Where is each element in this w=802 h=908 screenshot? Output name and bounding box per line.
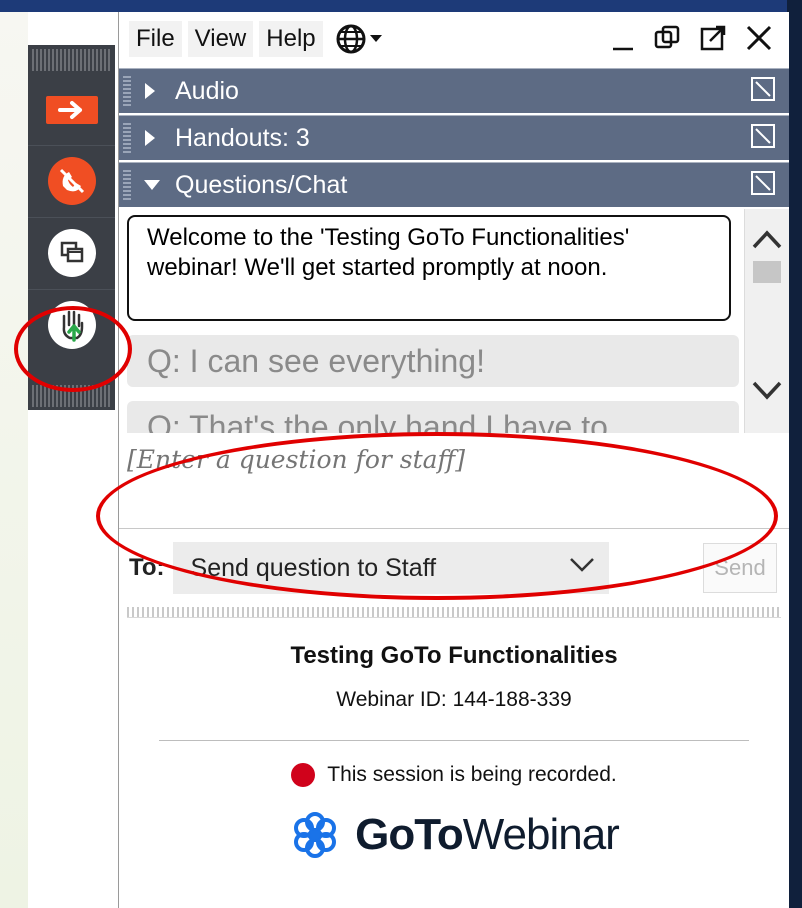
control-toolbar [28, 45, 115, 410]
chevron-down-icon [569, 558, 594, 572]
webinar-id: Webinar ID: 144-188-339 [336, 688, 572, 711]
expand-icon[interactable] [751, 171, 775, 195]
question-item[interactable]: Q: I can see everything! [127, 335, 739, 387]
chat-scrollbar[interactable] [744, 209, 789, 433]
chevron-down-icon[interactable] [751, 379, 783, 403]
resize-divider[interactable] [127, 607, 781, 618]
webinar-title: Testing GoTo Functionalities [290, 642, 618, 669]
control-panel: File View Help Audio Handouts: 3 Questio… [118, 12, 789, 908]
toolbar-grip-top[interactable] [32, 49, 110, 71]
window-controls [611, 24, 773, 52]
minimize-icon[interactable] [611, 24, 635, 52]
question-input-area [119, 433, 789, 529]
toolbar-grip-bottom[interactable] [32, 385, 110, 407]
recipient-select[interactable]: Send question to Staff [172, 542, 609, 594]
triangle-down-icon [143, 178, 163, 192]
welcome-message: Welcome to the 'Testing GoTo Functionali… [127, 215, 731, 321]
restore-icon[interactable] [653, 24, 681, 52]
goto-flower-icon [294, 812, 337, 858]
desktop-left-edge [0, 0, 28, 908]
section-handouts[interactable]: Handouts: 3 [119, 115, 789, 160]
screen-viewer-button[interactable] [28, 217, 115, 288]
brand-wordmark: GoToWebinar [355, 810, 620, 860]
chat-log[interactable]: Welcome to the 'Testing GoTo Functionali… [119, 209, 789, 433]
recording-dot-icon [291, 763, 316, 787]
recording-notice: This session is being recorded. [119, 763, 789, 787]
menu-help[interactable]: Help [259, 21, 323, 57]
triangle-right-icon [143, 82, 163, 100]
close-icon[interactable] [745, 24, 773, 52]
desktop-top-edge [0, 0, 802, 12]
brand-logo: GoToWebinar [119, 809, 789, 861]
recipient-selected-value: Send question to Staff [190, 553, 437, 582]
audio-hangup-button[interactable] [28, 145, 115, 216]
hangup-phone-icon [47, 157, 96, 205]
arrow-right-icon [45, 96, 98, 124]
send-button[interactable]: Send [703, 543, 777, 593]
brand-bold: GoTo [355, 810, 464, 859]
raise-hand-button[interactable] [28, 289, 115, 360]
section-grip [123, 123, 131, 153]
language-menu[interactable] [335, 23, 383, 55]
brand-light: Webinar [462, 810, 620, 859]
menu-view[interactable]: View [187, 21, 254, 57]
section-grip [123, 76, 131, 106]
to-label: To: [129, 554, 165, 581]
menu-file[interactable]: File [129, 21, 182, 57]
expand-icon[interactable] [751, 77, 775, 101]
send-row: To: Send question to Staff Send [119, 529, 789, 607]
section-questions-chat[interactable]: Questions/Chat [119, 162, 789, 207]
desktop-right-edge [787, 0, 802, 908]
question-item[interactable]: Q: That's the only hand I have to [127, 401, 739, 433]
collapse-panel-button[interactable] [28, 75, 115, 145]
section-handouts-label: Handouts: 3 [175, 123, 310, 152]
popout-icon[interactable] [699, 24, 727, 52]
triangle-right-icon [143, 129, 163, 147]
menu-bar: File View Help [119, 12, 789, 66]
recording-text: This session is being recorded. [327, 763, 617, 786]
section-questions-label: Questions/Chat [175, 170, 348, 199]
expand-icon[interactable] [751, 124, 775, 148]
section-grip [123, 170, 131, 200]
divider [159, 740, 749, 741]
chevron-up-icon[interactable] [751, 227, 783, 251]
scroll-thumb[interactable] [753, 261, 781, 283]
raise-hand-icon [47, 301, 96, 349]
section-audio[interactable]: Audio [119, 68, 789, 113]
webinar-info: Testing GoTo Functionalities Webinar ID:… [119, 642, 789, 861]
question-input[interactable] [125, 443, 769, 517]
chevron-down-icon [369, 35, 382, 42]
globe-icon [336, 24, 366, 54]
section-audio-label: Audio [175, 76, 239, 105]
screens-icon [47, 229, 96, 277]
